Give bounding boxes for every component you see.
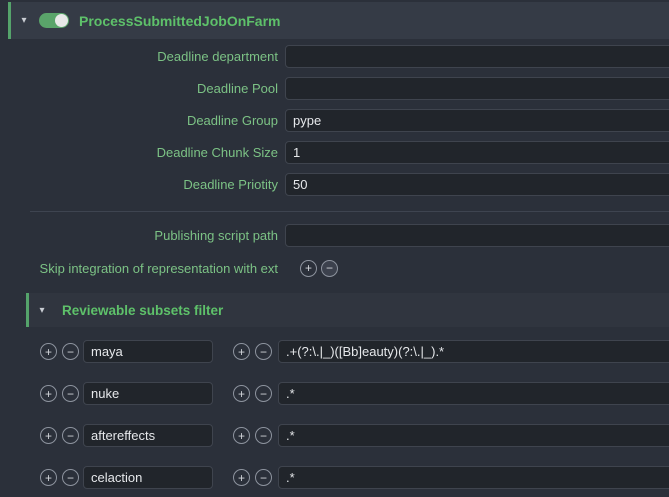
skip-integration-label: Skip integration of representation with … <box>0 261 285 276</box>
filter-value-input[interactable] <box>278 466 669 489</box>
field-label: Deadline Group <box>0 113 285 128</box>
field-row-publishing-script-path: Publishing script path <box>0 224 669 247</box>
filter-key-input[interactable] <box>83 382 213 405</box>
field-row-deadline-pool: Deadline Pool <box>0 77 669 100</box>
plugin-title: ProcessSubmittedJobOnFarm <box>79 13 281 29</box>
subsets-filter-title: Reviewable subsets filter <box>62 303 223 318</box>
field-label: Deadline Priotity <box>0 177 285 192</box>
filter-value-input[interactable] <box>278 382 669 405</box>
remove-value-button[interactable]: − <box>255 427 272 444</box>
field-label: Deadline Pool <box>0 81 285 96</box>
field-row-deadline-group: Deadline Group <box>0 109 669 132</box>
deadline-group-input[interactable] <box>285 109 669 132</box>
deadline-chunk-size-input[interactable] <box>285 141 669 164</box>
filter-key-input[interactable] <box>83 340 213 363</box>
field-label: Publishing script path <box>0 228 285 243</box>
skip-integration-row: Skip integration of representation with … <box>0 259 669 277</box>
deadline-pool-input[interactable] <box>285 77 669 100</box>
remove-item-button[interactable]: − <box>321 260 338 277</box>
add-row-button[interactable]: + <box>40 427 57 444</box>
remove-value-button[interactable]: − <box>255 469 272 486</box>
field-label: Deadline department <box>0 49 285 64</box>
remove-row-button[interactable]: − <box>62 469 79 486</box>
remove-value-button[interactable]: − <box>255 385 272 402</box>
filter-row-celaction: + − + − <box>40 466 669 489</box>
publishing-script-path-input[interactable] <box>285 224 669 247</box>
add-value-button[interactable]: + <box>233 343 250 360</box>
toggle-knob <box>55 14 68 27</box>
add-value-button[interactable]: + <box>233 385 250 402</box>
enabled-toggle[interactable] <box>39 13 69 28</box>
field-row-deadline-chunk-size: Deadline Chunk Size <box>0 141 669 164</box>
filter-key-input[interactable] <box>83 424 213 447</box>
filter-value-input[interactable] <box>278 340 669 363</box>
remove-row-button[interactable]: − <box>62 427 79 444</box>
add-item-button[interactable]: + <box>300 260 317 277</box>
remove-value-button[interactable]: − <box>255 343 272 360</box>
filter-value-input[interactable] <box>278 424 669 447</box>
add-row-button[interactable]: + <box>40 343 57 360</box>
remove-row-button[interactable]: − <box>62 343 79 360</box>
deadline-priority-input[interactable] <box>285 173 669 196</box>
filter-key-input[interactable] <box>83 466 213 489</box>
field-label: Deadline Chunk Size <box>0 145 285 160</box>
chevron-down-icon[interactable]: ▾ <box>16 15 32 26</box>
filter-row-nuke: + − + − <box>40 382 669 405</box>
filter-row-maya: + − + − <box>40 340 669 363</box>
add-value-button[interactable]: + <box>233 427 250 444</box>
add-row-button[interactable]: + <box>40 385 57 402</box>
filter-row-aftereffects: + − + − <box>40 424 669 447</box>
remove-row-button[interactable]: − <box>62 385 79 402</box>
field-row-deadline-priority: Deadline Priotity <box>0 173 669 196</box>
chevron-down-icon[interactable]: ▾ <box>34 305 50 316</box>
plugin-header: ▾ ProcessSubmittedJobOnFarm <box>8 2 669 39</box>
add-value-button[interactable]: + <box>233 469 250 486</box>
divider <box>30 211 669 212</box>
settings-page: ▾ ProcessSubmittedJobOnFarm Deadline dep… <box>0 0 669 497</box>
add-row-button[interactable]: + <box>40 469 57 486</box>
deadline-department-input[interactable] <box>285 45 669 68</box>
field-row-deadline-department: Deadline department <box>0 45 669 68</box>
subsets-filter-header: ▾ Reviewable subsets filter <box>26 293 669 327</box>
